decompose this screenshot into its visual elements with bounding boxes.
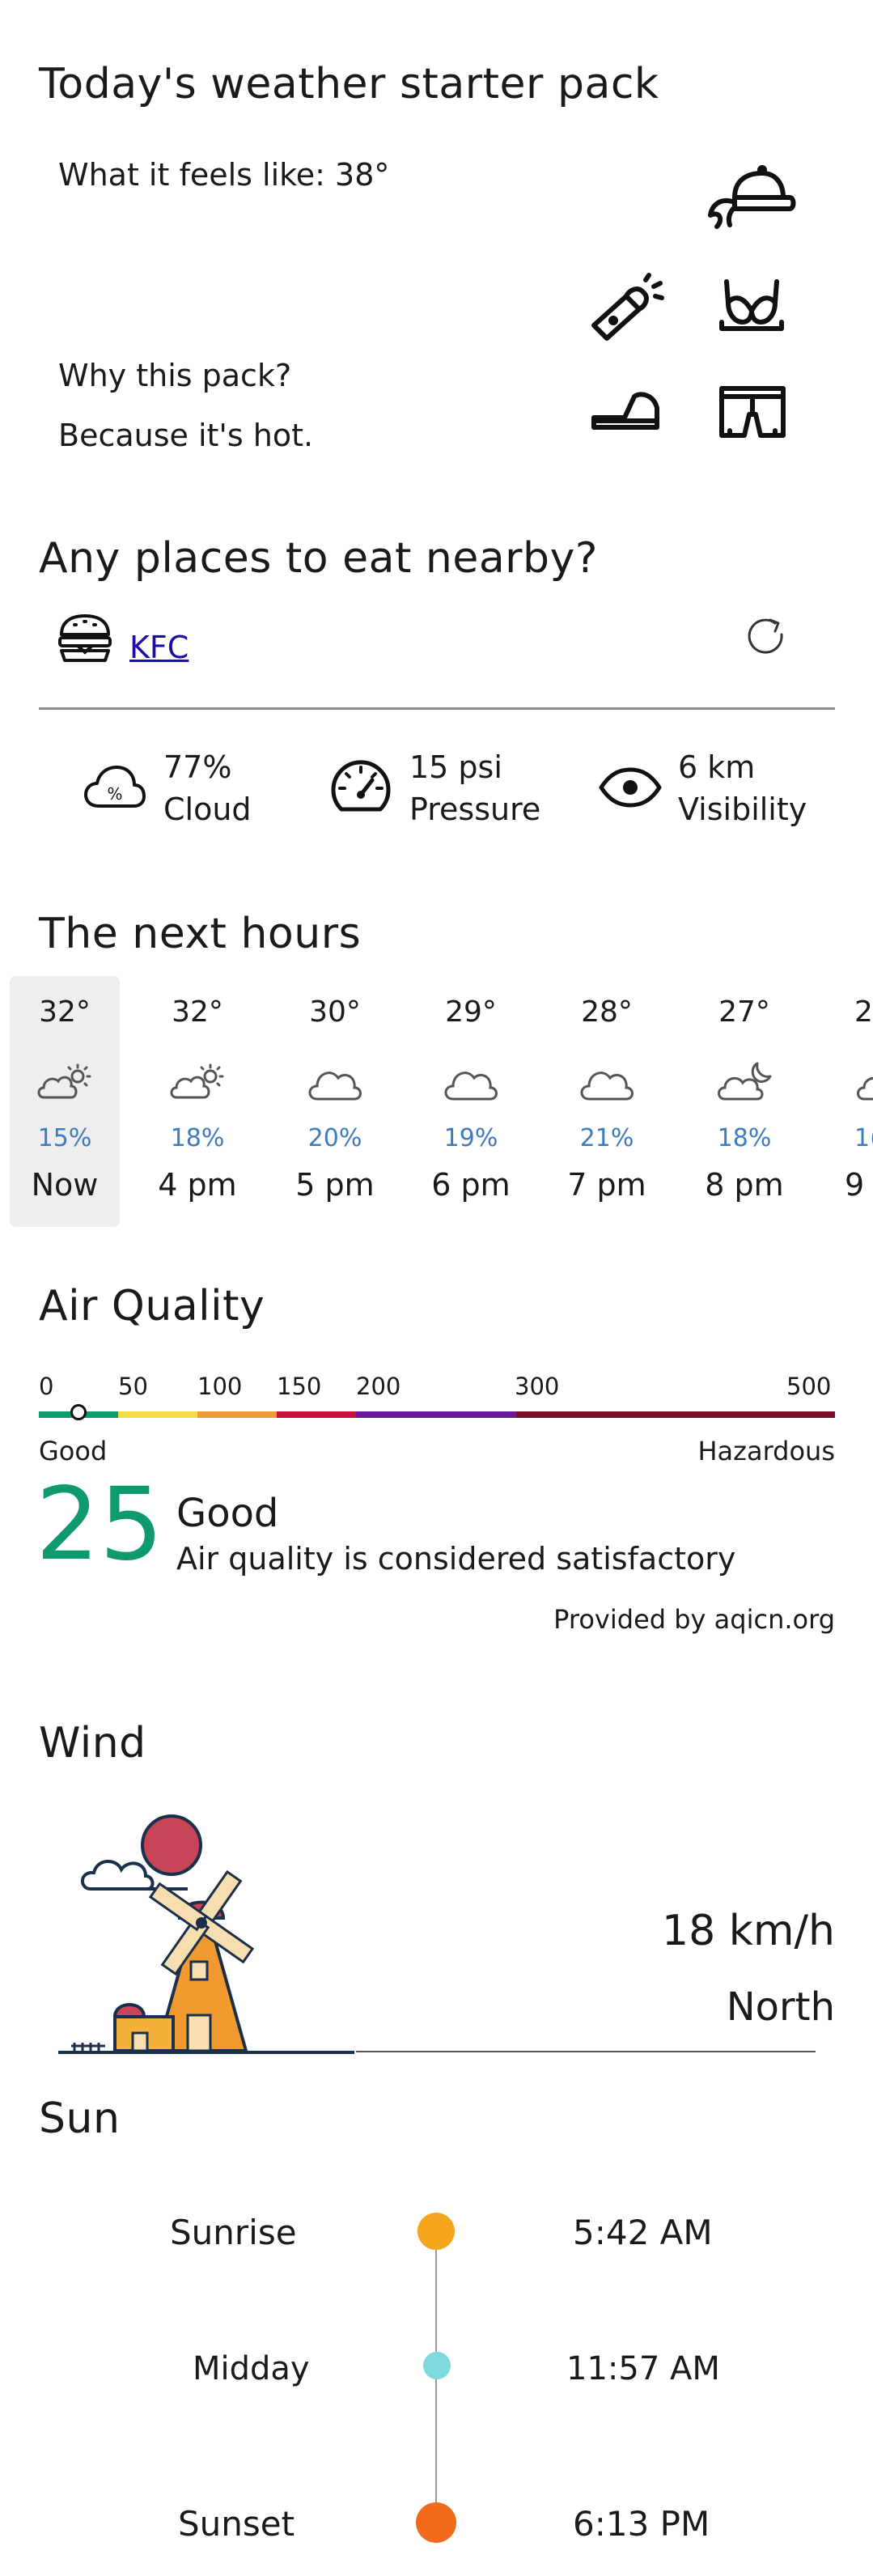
hour-temp: 27° [718, 995, 770, 1029]
aq-provider: Provided by aqicn.org [553, 1604, 835, 1635]
partly-cloudy-night-icon [854, 1057, 873, 1106]
pressure-value: 15 psi [409, 749, 502, 785]
why-reason: Because it's hot. [58, 418, 314, 453]
divider [39, 707, 835, 710]
hour-time: 8 pm [705, 1167, 784, 1203]
aq-value: 25 [36, 1466, 163, 1583]
cloud-icon [442, 1057, 500, 1106]
hour-precip: 15% [37, 1124, 92, 1152]
aq-high-label: Hazardous [697, 1436, 835, 1466]
sunset-label: Sunset [178, 2504, 295, 2544]
aq-scale-label: 200 [356, 1373, 401, 1400]
aq-scale-label: 150 [277, 1373, 322, 1400]
sunset-dot [416, 2502, 456, 2543]
aq-scale-segment [516, 1411, 835, 1418]
aq-scale-segment [197, 1411, 277, 1418]
wind-title: Wind [39, 1719, 146, 1768]
cloud-icon [306, 1057, 364, 1106]
refresh-icon[interactable] [746, 617, 788, 659]
hours-title: The next hours [39, 910, 362, 958]
aq-scale-bar [39, 1404, 835, 1421]
midday-label: Midday [193, 2350, 310, 2387]
hour-item[interactable]: 28° 21% 7 pm [552, 976, 662, 1227]
hour-item[interactable]: 32° 18% 4 pm [142, 976, 252, 1227]
partly-cloudy-night-icon [715, 1057, 773, 1106]
aq-scale-segment [356, 1411, 516, 1418]
hour-temp: 32° [172, 995, 223, 1029]
aq-status: Good [176, 1491, 279, 1536]
flashlight-icon [589, 273, 664, 341]
visibility-label: Visibility [678, 791, 807, 827]
hour-item[interactable]: 30° 20% 5 pm [280, 976, 390, 1227]
windmill-illustration [58, 1813, 366, 2056]
air-quality-title: Air Quality [39, 1282, 265, 1330]
cap-icon [706, 165, 798, 230]
places-title: Any places to eat nearby? [39, 534, 598, 583]
hour-time: 9 [845, 1167, 865, 1203]
hour-precip: 18% [717, 1124, 772, 1152]
aq-scale-segment [277, 1411, 356, 1418]
sunrise-label: Sunrise [170, 2213, 297, 2252]
partly-sunny-icon [36, 1057, 94, 1106]
shorts-icon [718, 385, 786, 439]
why-title: Why this pack? [58, 358, 292, 393]
aq-scale-label: 50 [118, 1373, 148, 1400]
hour-item[interactable]: 27° 18% 8 pm [689, 976, 799, 1227]
pressure-label: Pressure [409, 791, 541, 827]
midday-time: 11:57 AM [566, 2350, 720, 2387]
aq-scale-label: 100 [197, 1373, 243, 1400]
hour-temp: 32° [39, 995, 91, 1029]
aq-marker [70, 1404, 87, 1420]
sunrise-dot [417, 2213, 455, 2250]
svg-text:%: % [107, 784, 122, 804]
hour-item-partial[interactable]: 2 1( 9 [817, 976, 873, 1227]
place-link-kfc[interactable]: KFC [129, 630, 189, 665]
sunrise-time: 5:42 AM [573, 2213, 713, 2252]
wind-speed: 18 km/h [662, 1907, 835, 1955]
hour-time: 4 pm [158, 1167, 237, 1203]
hour-time: 7 pm [567, 1167, 646, 1203]
visibility-value: 6 km [678, 749, 756, 785]
hour-temp: 29° [445, 995, 497, 1029]
hour-precip: 20% [307, 1124, 362, 1152]
eye-icon [599, 767, 662, 808]
wind-ground-line [356, 2051, 816, 2052]
sunset-time: 6:13 PM [573, 2504, 710, 2544]
hour-temp: 2 [854, 995, 873, 1029]
hour-precip: 18% [170, 1124, 225, 1152]
aq-scale-segment [118, 1411, 197, 1418]
cloud-label: Cloud [163, 791, 252, 827]
hour-precip: 19% [443, 1124, 498, 1152]
midday-dot [423, 2352, 451, 2379]
bra-icon [718, 278, 785, 332]
hour-time: 5 pm [295, 1167, 375, 1203]
hour-precip: 1( [854, 1124, 873, 1152]
hourly-forecast-strip[interactable]: 32° 15% Now 32° 18% 4 pm 30° 20% 5 pm 29… [0, 963, 873, 1238]
wind-direction: North [726, 1984, 835, 2030]
aq-scale-label: 0 [39, 1373, 54, 1400]
burger-icon [58, 613, 112, 664]
hour-temp: 28° [581, 995, 633, 1029]
starter-pack-title: Today's weather starter pack [39, 60, 659, 108]
sun-title: Sun [39, 2094, 121, 2143]
cloud-percent-icon: % [84, 764, 146, 809]
hour-time: 6 pm [431, 1167, 511, 1203]
hour-item-now[interactable]: 32° 15% Now [10, 976, 120, 1227]
aq-description: Air quality is considered satisfactory [176, 1541, 736, 1577]
partly-sunny-icon [168, 1057, 227, 1106]
hour-precip: 21% [579, 1124, 634, 1152]
hour-item[interactable]: 29° 19% 6 pm [416, 976, 526, 1227]
aq-low-label: Good [39, 1436, 108, 1466]
sandal-icon [589, 388, 662, 434]
gauge-icon [330, 759, 392, 816]
hour-temp: 30° [309, 995, 361, 1029]
cloud-value: 77% [163, 749, 232, 785]
aq-scale-label: 500 [786, 1373, 832, 1400]
feels-like-text: What it feels like: 38° [58, 157, 390, 193]
hour-time: Now [31, 1167, 99, 1203]
aq-scale-label: 300 [515, 1373, 560, 1400]
cloud-icon [578, 1057, 636, 1106]
